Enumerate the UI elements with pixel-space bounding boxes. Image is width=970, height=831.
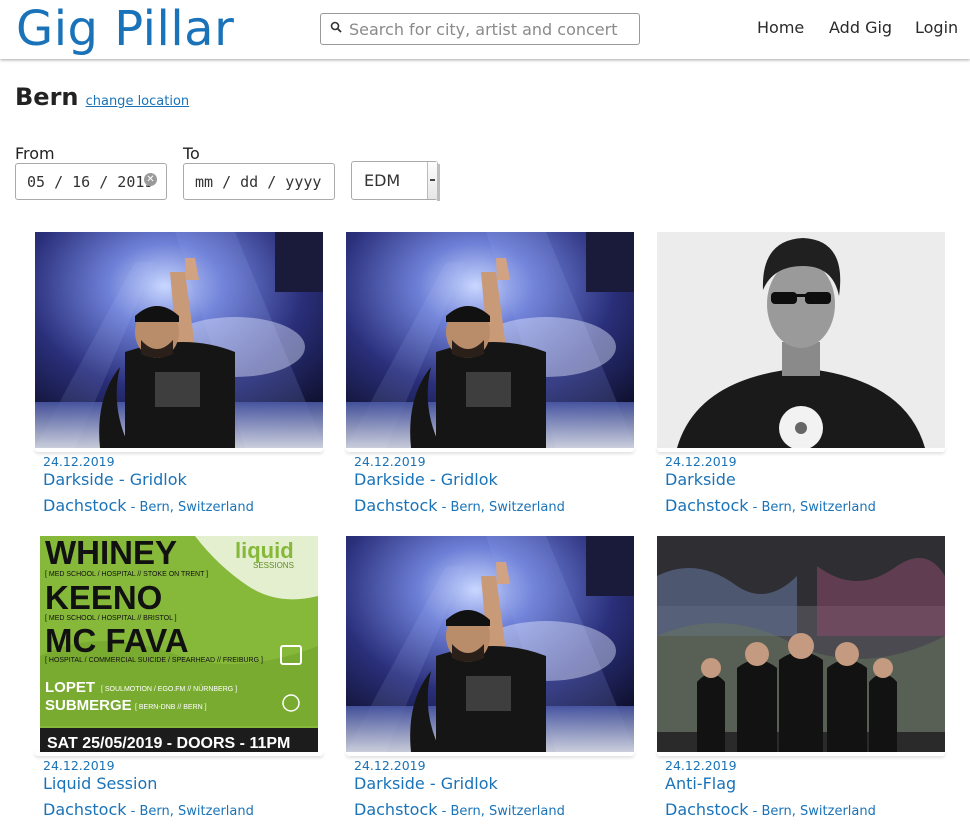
gig-image-poster[interactable]: WHINEY [ MED SCHOOL / HOSPITAL // STOKE … <box>35 536 323 752</box>
gig-date: 24.12.2019 <box>665 454 737 469</box>
gig-image-dj-stage[interactable] <box>346 536 634 752</box>
gig-place: - Bern, Switzerland <box>437 804 565 819</box>
gig-venue-line: Dachstock - Bern, Switzerland <box>43 800 254 819</box>
card-shadow <box>346 750 634 756</box>
card-shadow <box>35 750 323 756</box>
genre-select[interactable]: EDM <box>351 161 440 201</box>
gig-venue-link[interactable]: Dachstock <box>665 800 749 819</box>
gig-title-link[interactable]: Darkside - Gridlok <box>43 470 187 489</box>
poster-line2: KEENO <box>45 579 162 616</box>
poster-line3-sub: [ HOSPITAL / COMMERCIAL SUICIDE / SPEARH… <box>45 657 263 664</box>
gig-venue-link[interactable]: Dachstock <box>354 800 438 819</box>
nav-login-link[interactable]: Login <box>915 18 958 38</box>
gig-venue-line: Dachstock - Bern, Switzerland <box>354 496 565 515</box>
gig-image-dj-stage[interactable] <box>35 232 323 448</box>
city-name: Bern <box>15 83 79 111</box>
card-shadow <box>35 446 323 452</box>
select-edge <box>437 164 440 201</box>
dropdown-arrow-icon[interactable] <box>427 162 437 199</box>
from-label: From <box>15 144 55 163</box>
poster-line5-sub: [ BERN-DNB // BERN ] <box>135 704 207 711</box>
gig-venue-line: Dachstock - Bern, Switzerland <box>665 800 876 819</box>
gig-image-band[interactable] <box>657 536 945 752</box>
gig-place: - Bern, Switzerland <box>437 500 565 515</box>
gig-title-link[interactable]: Anti-Flag <box>665 774 736 793</box>
clear-date-icon[interactable]: ✕ <box>144 173 157 186</box>
brand-logo[interactable]: Gig Pillar <box>16 1 234 57</box>
gig-date: 24.12.2019 <box>43 758 115 773</box>
nav-home-link[interactable]: Home <box>757 18 804 38</box>
gig-place: - Bern, Switzerland <box>748 804 876 819</box>
gig-place: - Bern, Switzerland <box>748 500 876 515</box>
gig-title-link[interactable]: Liquid Session <box>43 774 157 793</box>
poster-line1-sub: [ MED SCHOOL / HOSPITAL // STOKE ON TREN… <box>45 571 208 578</box>
gig-venue-link[interactable]: Dachstock <box>354 496 438 515</box>
poster-line3: MC FAVA <box>45 622 189 659</box>
card-shadow <box>657 446 945 452</box>
gig-venue-line: Dachstock - Bern, Switzerland <box>665 496 876 515</box>
top-navbar: Gig Pillar Home Add Gig Login <box>0 0 970 59</box>
gig-venue-line: Dachstock - Bern, Switzerland <box>43 496 254 515</box>
gig-venue-line: Dachstock - Bern, Switzerland <box>354 800 565 819</box>
gig-date: 24.12.2019 <box>354 758 426 773</box>
card-shadow <box>657 750 945 756</box>
from-date-input[interactable]: 05 / 16 / 2019 ✕ <box>15 163 167 200</box>
poster-line2-sub: [ MED SCHOOL / HOSPITAL // BRISTOL ] <box>45 615 177 622</box>
gig-date: 24.12.2019 <box>354 454 426 469</box>
change-location-link[interactable]: change location <box>86 94 190 109</box>
search-input[interactable] <box>349 16 635 42</box>
poster-line4: LOPET <box>45 679 95 696</box>
poster-line5: SUBMERGE <box>45 697 132 714</box>
card-shadow <box>346 446 634 452</box>
search-icon <box>330 21 342 33</box>
to-date-placeholder: mm / dd / yyyy <box>195 173 322 191</box>
to-label: To <box>183 144 200 163</box>
genre-selected-value: EDM <box>364 171 401 190</box>
from-date-value: 05 / 16 / 2019 <box>27 173 154 191</box>
gig-title-link[interactable]: Darkside - Gridlok <box>354 774 498 793</box>
gig-venue-link[interactable]: Dachstock <box>665 496 749 515</box>
gig-place: - Bern, Switzerland <box>126 804 254 819</box>
gig-image-dj-stage[interactable] <box>346 232 634 448</box>
gig-place: - Bern, Switzerland <box>126 500 254 515</box>
gig-date: 24.12.2019 <box>665 758 737 773</box>
poster-line4-sub: [ SOULMOTION / EGO.FM // NÜRNBERG ] <box>101 685 237 693</box>
gig-venue-link[interactable]: Dachstock <box>43 496 127 515</box>
gig-title-link[interactable]: Darkside - Gridlok <box>354 470 498 489</box>
location-heading: Bern change location <box>15 83 189 111</box>
gig-image-portrait[interactable] <box>657 232 945 448</box>
gig-title-link[interactable]: Darkside <box>665 470 736 489</box>
to-date-input[interactable]: mm / dd / yyyy <box>183 163 335 200</box>
search-box[interactable] <box>320 13 640 45</box>
nav-add-gig-link[interactable]: Add Gig <box>829 18 892 38</box>
gig-date: 24.12.2019 <box>43 454 115 469</box>
gig-venue-link[interactable]: Dachstock <box>43 800 127 819</box>
poster-logo-sub: SESSIONS <box>253 561 294 570</box>
poster-line1: WHINEY <box>45 536 177 571</box>
poster-logo: liquid <box>235 538 294 563</box>
